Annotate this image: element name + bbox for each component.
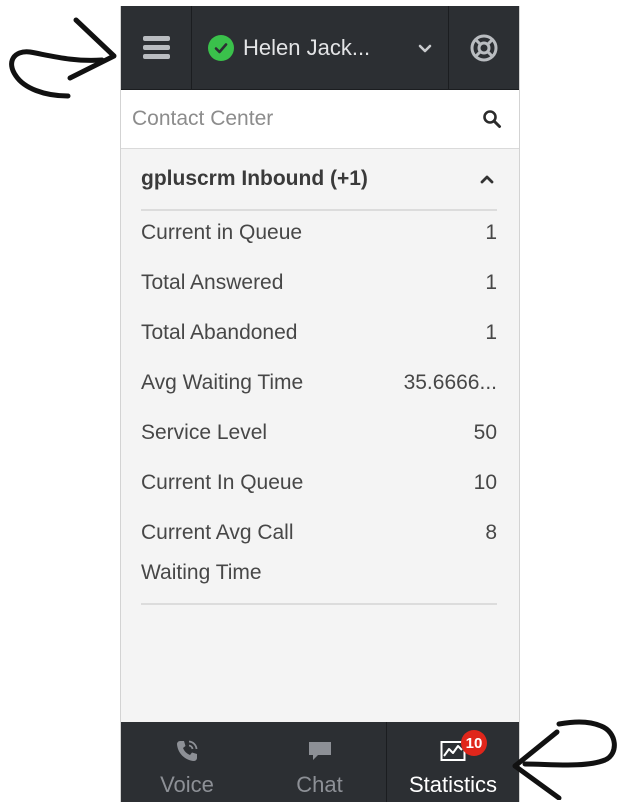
annotation-arrow-top-left (9, 17, 117, 99)
search-bar (121, 90, 519, 149)
stat-label: Total Abandoned (141, 321, 298, 344)
phone-icon (177, 740, 198, 761)
stat-row: Total Abandoned 1 (141, 313, 497, 353)
stat-row: Current in Queue 1 (141, 213, 497, 253)
divider (141, 603, 497, 605)
stat-value: 1 (485, 271, 497, 294)
stat-row: Current In Queue 10 (141, 463, 497, 503)
stat-value: 10 (473, 471, 497, 494)
stat-label: Current in Queue (141, 221, 303, 244)
tab-voice-label: Voice (160, 772, 214, 797)
stat-row: Service Level 50 (141, 413, 497, 453)
statistics-content: gpluscrm Inbound (+1) Current in Queue 1… (141, 149, 497, 605)
stat-value: 1 (485, 321, 497, 344)
stat-value: 35.6666... (403, 371, 497, 394)
stat-value: 8 (485, 521, 497, 544)
chevron-up-icon[interactable] (479, 171, 495, 187)
bottom-tab-bar: Voice Chat 10 Statistics (121, 722, 519, 802)
queue-group-title: gpluscrm Inbound (+1) (141, 167, 368, 190)
check-circle-icon (208, 34, 234, 61)
user-status-dropdown[interactable]: Helen Jack... (192, 6, 449, 89)
lifebuoy-icon (470, 34, 498, 61)
annotation-arrow-bottom-right (512, 719, 617, 800)
tab-statistics[interactable]: 10 Statistics (386, 722, 519, 802)
stat-row: Total Answered 1 (141, 263, 497, 303)
tab-chat-label: Chat (296, 772, 343, 797)
hamburger-icon (142, 36, 170, 59)
stat-row: Current Avg Call Waiting Time 8 (141, 513, 497, 593)
stat-label: Service Level (141, 421, 268, 444)
stat-row: Avg Waiting Time 35.6666... (141, 363, 497, 403)
chevron-down-icon (418, 44, 432, 52)
agent-panel: Helen Jack... gpluscrm Inbound (+1) Curr… (120, 6, 520, 802)
stat-label: Current In Queue (141, 471, 304, 494)
stat-label: Total Answered (141, 271, 284, 294)
search-input[interactable] (121, 90, 461, 148)
search-icon[interactable] (482, 109, 502, 129)
stat-value: 1 (485, 221, 497, 244)
statistics-badge: 10 (461, 730, 487, 756)
user-name: Helen Jack... (243, 34, 371, 60)
tab-chat[interactable]: Chat (253, 722, 386, 802)
queue-group-header[interactable]: gpluscrm Inbound (+1) (141, 149, 497, 211)
tab-statistics-label: Statistics (408, 772, 498, 797)
stat-label: Avg Waiting Time (141, 371, 304, 394)
top-bar: Helen Jack... (121, 6, 519, 90)
tab-voice[interactable]: Voice (121, 722, 253, 802)
chat-bubble-icon (308, 742, 331, 760)
stat-value: 50 (473, 421, 497, 444)
help-button[interactable] (449, 6, 519, 89)
menu-button[interactable] (121, 6, 192, 89)
stat-label: Current Avg Call Waiting Time (141, 521, 294, 584)
